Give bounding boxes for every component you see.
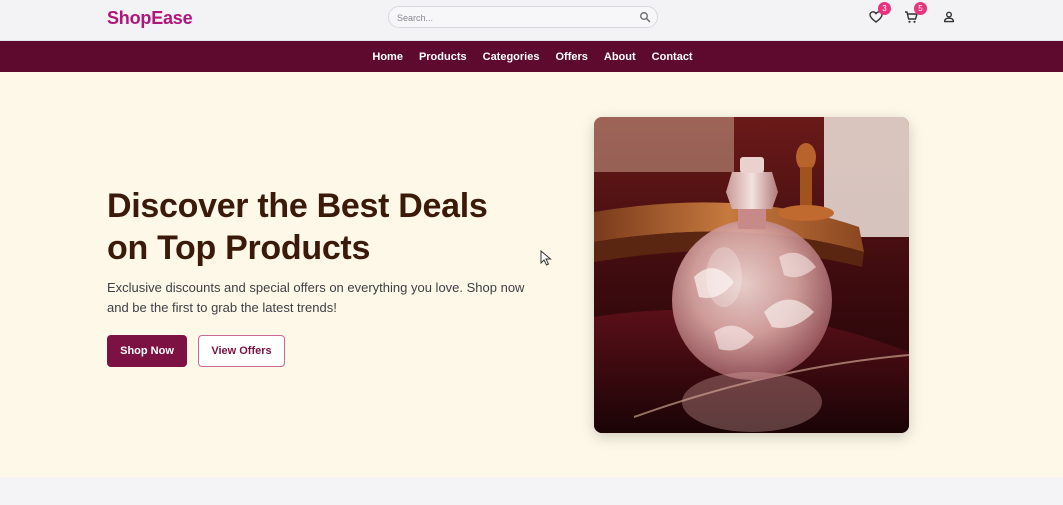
search-icon[interactable] (639, 11, 651, 23)
hero-description-line1: Exclusive discounts and special offers o… (107, 280, 525, 295)
hero-title: Discover the Best Deals on Top Products (107, 185, 537, 269)
search-bar[interactable] (388, 6, 658, 28)
wishlist-count-badge: 3 (878, 2, 891, 15)
nav-item-categories[interactable]: Categories (483, 51, 540, 63)
cart-count-badge: 5 (914, 2, 927, 15)
site-header: ShopEase 3 5 (0, 0, 1063, 41)
nav-item-offers[interactable]: Offers (555, 51, 587, 63)
shop-now-button[interactable]: Shop Now (107, 335, 187, 367)
nav-item-products[interactable]: Products (419, 51, 467, 63)
hero-title-line1: Discover the Best Deals (107, 187, 488, 225)
hero-section: Discover the Best Deals on Top Products … (0, 72, 1063, 477)
hero-description-line2: and be the first to grab the latest tren… (107, 300, 337, 315)
search-input[interactable] (397, 10, 627, 25)
mouse-cursor-icon (540, 250, 552, 266)
hero-description: Exclusive discounts and special offers o… (107, 278, 527, 318)
hero-product-image (594, 117, 909, 433)
nav-item-about[interactable]: About (604, 51, 636, 63)
next-section-edge (0, 477, 1063, 505)
nav-item-contact[interactable]: Contact (652, 51, 693, 63)
user-icon[interactable] (942, 10, 956, 24)
hero-title-line2: on Top Products (107, 229, 371, 267)
main-nav: Home Products Categories Offers About Co… (0, 41, 1063, 72)
nav-item-home[interactable]: Home (372, 51, 403, 63)
logo[interactable]: ShopEase (107, 8, 193, 29)
view-offers-button[interactable]: View Offers (198, 335, 285, 367)
